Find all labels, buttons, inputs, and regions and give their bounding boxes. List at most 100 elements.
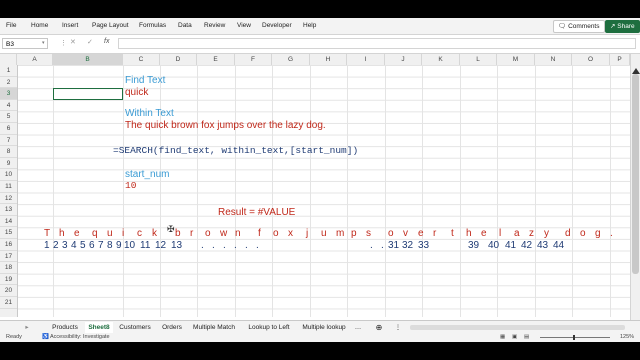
column-header[interactable]: C	[123, 54, 160, 65]
row-header[interactable]: 2	[0, 77, 17, 89]
tab-review[interactable]: Review	[204, 22, 225, 29]
column-header[interactable]: I	[347, 54, 385, 65]
position-cell: .	[370, 240, 373, 251]
character-cell: f	[258, 228, 261, 240]
row-header[interactable]: 14	[0, 216, 17, 228]
tab-view[interactable]: View	[237, 22, 251, 29]
row-header[interactable]: 11	[0, 181, 17, 193]
character-cell: u	[321, 228, 327, 240]
character-cell: z	[529, 228, 534, 240]
row-header[interactable]: 9	[0, 158, 17, 170]
scroll-thumb[interactable]	[632, 74, 639, 274]
page-break-view-icon[interactable]: ▤	[524, 333, 529, 342]
formula-input[interactable]	[118, 38, 636, 49]
position-cell: 44	[553, 240, 565, 251]
position-cell: 8	[107, 240, 113, 251]
position-cell: 13	[171, 240, 183, 251]
sheet-tab-products[interactable]: Products	[46, 322, 84, 333]
sheet-tab-multiple-match[interactable]: Multiple Match	[189, 322, 239, 333]
accessibility-status[interactable]: Accessibility: Investigate	[50, 333, 110, 342]
tab-home[interactable]: Home	[31, 22, 48, 29]
character-cell: a	[514, 228, 520, 240]
tab-help[interactable]: Help	[303, 22, 316, 29]
normal-view-icon[interactable]: ▦	[500, 333, 505, 342]
column-header[interactable]: A	[17, 54, 53, 65]
position-cell: 42	[521, 240, 533, 251]
character-cell: e	[418, 228, 424, 240]
row-header[interactable]: 3	[0, 88, 17, 100]
tab-insert[interactable]: Insert	[62, 22, 78, 29]
zoom-slider[interactable]	[540, 337, 610, 338]
tab-file[interactable]: File	[6, 22, 16, 29]
row-header[interactable]: 4	[0, 100, 17, 112]
column-header[interactable]: P	[610, 54, 630, 65]
column-header[interactable]: O	[572, 54, 610, 65]
column-header[interactable]: B	[53, 54, 123, 65]
row-header[interactable]: 6	[0, 123, 17, 135]
character-cell: o	[388, 228, 394, 240]
enter-icon[interactable]: ✓	[87, 38, 93, 46]
character-cell: w	[220, 228, 228, 240]
tab-developer[interactable]: Developer	[262, 22, 292, 29]
character-cell: k	[152, 228, 157, 240]
select-all[interactable]	[0, 54, 17, 65]
column-header[interactable]: L	[460, 54, 497, 65]
cancel-icon[interactable]: ✕	[70, 38, 76, 46]
row-header[interactable]: 10	[0, 169, 17, 181]
within-text-label: Within Text	[125, 108, 174, 119]
horizontal-scrollbar[interactable]	[410, 325, 625, 330]
active-cell-b3[interactable]	[53, 88, 123, 100]
prev-sheet-icon[interactable]: ▸	[22, 322, 32, 333]
sheet-tab-lookup-to-left[interactable]: Lookup to Left	[243, 322, 295, 333]
gridline	[385, 65, 386, 317]
row-header[interactable]: 5	[0, 111, 17, 123]
character-cell: t	[451, 228, 454, 240]
column-header[interactable]: D	[160, 54, 197, 65]
zoom-level[interactable]: 125%	[620, 333, 634, 342]
row-header[interactable]: 7	[0, 135, 17, 147]
character-cell: .	[610, 228, 613, 240]
position-cell: 9	[116, 240, 122, 251]
row-header[interactable]: 1	[0, 65, 17, 77]
row-header[interactable]: 20	[0, 285, 17, 297]
vertical-scrollbar[interactable]	[630, 54, 640, 322]
tab-formulas[interactable]: Formulas	[139, 22, 166, 29]
column-header[interactable]: E	[197, 54, 235, 65]
sheet-tab-orders[interactable]: Orders	[157, 322, 187, 333]
sheet-tab-customers[interactable]: Customers	[114, 322, 156, 333]
add-sheet-icon[interactable]: ⊕	[374, 322, 384, 333]
row-header[interactable]: 8	[0, 146, 17, 158]
row-header[interactable]: 19	[0, 274, 17, 286]
gridline	[572, 65, 573, 317]
gridline	[460, 65, 461, 317]
row-header[interactable]: 16	[0, 239, 17, 251]
column-header[interactable]: H	[310, 54, 347, 65]
character-cell: r	[190, 228, 194, 240]
row-header[interactable]: 17	[0, 251, 17, 263]
character-cell: h	[59, 228, 65, 240]
row-header[interactable]: 12	[0, 193, 17, 205]
tab-data[interactable]: Data	[178, 22, 192, 29]
row-header[interactable]: 15	[0, 227, 17, 239]
column-header[interactable]: N	[535, 54, 572, 65]
column-header[interactable]: G	[272, 54, 310, 65]
page-layout-view-icon[interactable]: ▣	[512, 333, 517, 342]
chevron-down-icon[interactable]: ▾	[42, 40, 45, 46]
menu-icon[interactable]: ⋮	[394, 322, 402, 333]
zoom-thumb[interactable]	[573, 335, 575, 340]
column-header[interactable]: J	[385, 54, 422, 65]
column-header[interactable]: M	[497, 54, 535, 65]
row-header[interactable]: 21	[0, 297, 17, 309]
cell-grid[interactable]	[18, 65, 630, 317]
row-header[interactable]: 18	[0, 262, 17, 274]
tab-page-layout[interactable]: Page Layout	[92, 22, 129, 29]
sheet-tab-multiple-lookup[interactable]: Multiple lookup	[298, 322, 350, 333]
row-header[interactable]: 13	[0, 204, 17, 216]
more-sheets-icon[interactable]: …	[353, 322, 363, 333]
column-header[interactable]: F	[235, 54, 272, 65]
share-button[interactable]: ↗ Share	[605, 20, 640, 33]
column-header[interactable]: K	[422, 54, 460, 65]
comments-button[interactable]: 🗨 Comments	[553, 20, 605, 33]
position-cell: 32	[402, 240, 414, 251]
function-icon[interactable]: fx	[104, 38, 109, 45]
